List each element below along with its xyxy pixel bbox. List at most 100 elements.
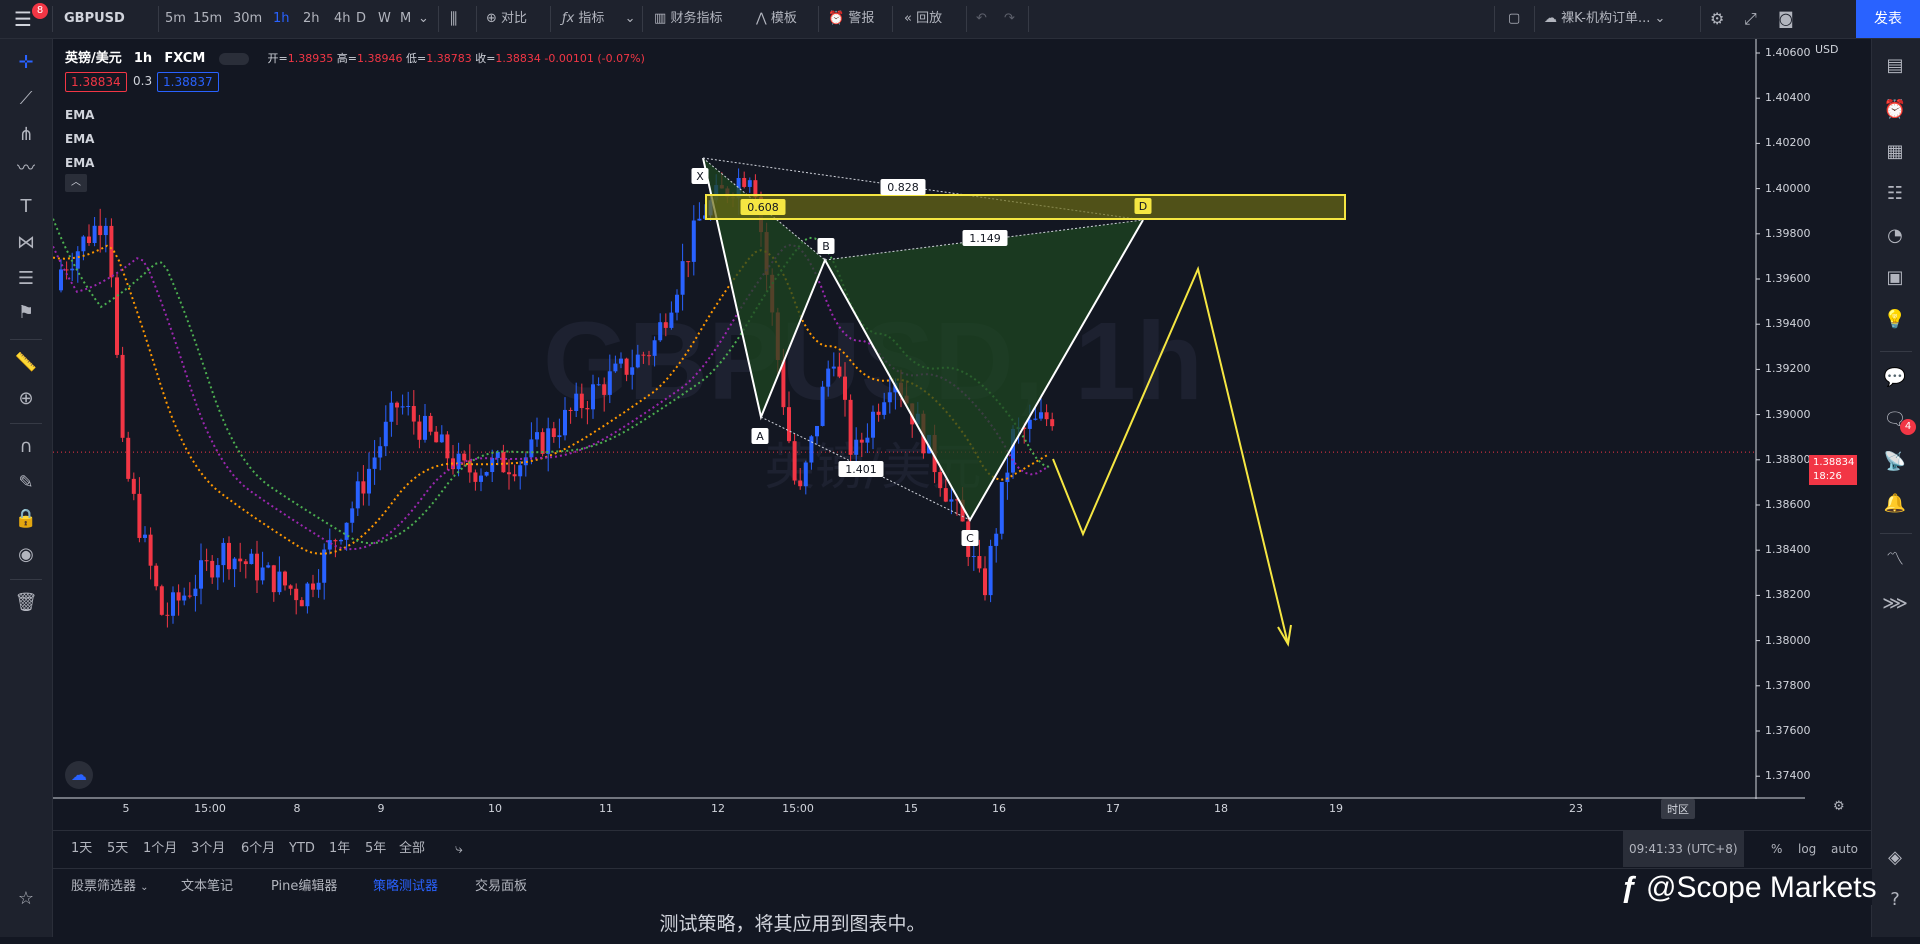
pencil-lock-icon[interactable]: ✎ <box>14 471 38 495</box>
trash-icon[interactable]: 🗑 <box>14 591 38 615</box>
calendar-icon[interactable]: ▣ <box>1882 265 1908 291</box>
candle-style-icon[interactable]: ⫼ <box>450 0 457 38</box>
pattern-point-x[interactable]: X <box>691 168 709 184</box>
expand-icon[interactable]: ⤢ <box>1744 0 1757 38</box>
layers-icon[interactable]: ◈ <box>1882 845 1908 871</box>
calendar-list-icon[interactable]: ☷ <box>1882 181 1908 207</box>
long-position-icon[interactable]: ☰ <box>14 267 38 291</box>
ema-indicator[interactable]: EMA <box>65 151 94 175</box>
alert-button[interactable]: ⏰ 警报 <box>828 0 874 38</box>
tab-trading-panel[interactable]: 交易面板 <box>475 869 527 905</box>
fullscreen-box-icon[interactable]: ▢ <box>1508 0 1520 38</box>
pair-name[interactable]: 英镑/美元 <box>65 51 122 66</box>
icons-flag-icon[interactable]: ⚑ <box>14 301 38 325</box>
interval-D[interactable]: D <box>356 0 366 38</box>
camera-icon[interactable]: ◙ <box>1778 0 1794 38</box>
indicators-button[interactable]: ƒx 指标 ⌄ <box>562 0 635 38</box>
interval-5m[interactable]: 5m <box>165 0 186 38</box>
undo-icon[interactable]: ↶ <box>976 0 987 38</box>
crosshair-icon[interactable]: ✛ <box>14 51 38 75</box>
collapse-legend-chevron-up-icon[interactable]: ︿ <box>65 174 87 192</box>
chart-area[interactable]: GBPUSD, 1h英镑/美元0.6080.8281.1491.401XABCD… <box>53 39 1857 829</box>
gear-icon[interactable]: ⚙ <box>1710 0 1724 38</box>
range-3[interactable]: 3个月 <box>191 831 225 867</box>
pattern-icon[interactable]: ⋈ <box>14 231 38 255</box>
zoom-in-icon[interactable]: ⊕ <box>14 387 38 411</box>
tab-text-notes[interactable]: 文本笔记 <box>181 869 233 905</box>
alarm-clock-icon[interactable]: ⏰ <box>1882 97 1908 123</box>
bell-icon[interactable]: 🔔 <box>1882 491 1908 517</box>
log-toggle[interactable]: log <box>1798 831 1816 867</box>
publish-button[interactable]: 发表 <box>1856 0 1920 38</box>
hotlist-icon[interactable]: ◔ <box>1882 223 1908 249</box>
replay-button[interactable]: « 回放 <box>904 0 942 38</box>
interval-1h[interactable]: 1h <box>273 0 290 38</box>
market-status-toggle[interactable] <box>219 52 250 65</box>
axis-settings-gear-icon[interactable]: ⚙ <box>1833 799 1845 814</box>
pattern-point-b[interactable]: B <box>817 238 835 254</box>
redo-icon[interactable]: ↷ <box>1004 0 1015 38</box>
financials-button[interactable]: ▥ 财务指标 <box>654 0 722 38</box>
templates-button[interactable]: ⋀ 模板 <box>756 0 797 38</box>
buy-price-box[interactable]: 1.38837 <box>157 72 219 92</box>
compare-button[interactable]: ⊕ 对比 <box>486 0 527 38</box>
chart-line-icon[interactable]: 〽 <box>1882 547 1908 573</box>
range-5[interactable]: YTD <box>289 831 315 867</box>
timezone-button[interactable]: 时区 <box>1661 799 1695 819</box>
news-icon[interactable]: ▦ <box>1882 139 1908 165</box>
pattern-scanner-icon[interactable]: ⋙ <box>1882 591 1908 617</box>
text-icon[interactable]: T <box>14 195 38 219</box>
ratio-label-ac[interactable]: 1.401 <box>838 461 884 477</box>
range-7[interactable]: 5年 <box>365 831 386 867</box>
candle-body <box>602 384 607 395</box>
ratio-label-xd[interactable]: 0.828 <box>880 179 926 195</box>
ema-indicator[interactable]: EMA <box>65 103 94 127</box>
clock-display[interactable]: 09:41:33 (UTC+8) <box>1623 831 1744 867</box>
eye-icon[interactable]: ◉ <box>14 543 38 567</box>
chat-icon[interactable]: 💬 <box>1882 365 1908 391</box>
interval-4h[interactable]: 4h <box>334 0 351 38</box>
ratio-label-xb[interactable]: 0.608 <box>740 199 786 215</box>
percent-toggle[interactable]: % <box>1771 831 1782 867</box>
interval-M[interactable]: M <box>400 0 411 38</box>
ruler-icon[interactable]: 📏 <box>14 351 38 375</box>
sell-price-box[interactable]: 1.38834 <box>65 72 127 92</box>
range-8[interactable]: 全部 <box>399 831 425 867</box>
pitchfork-icon[interactable]: ⋔ <box>14 123 38 147</box>
trend-line-icon[interactable]: ⟋ <box>14 87 38 111</box>
chart-canvas[interactable]: GBPUSD, 1h英镑/美元0.6080.8281.1491.401XABCD <box>53 39 1805 829</box>
goto-date-icon[interactable]: ⤷ <box>455 831 463 867</box>
watchlist-icon[interactable]: ▤ <box>1882 53 1908 79</box>
pattern-point-a[interactable]: A <box>751 428 769 444</box>
interval-15m[interactable]: 15m <box>193 0 222 38</box>
range-0[interactable]: 1天 <box>71 831 92 867</box>
range-1[interactable]: 5天 <box>107 831 128 867</box>
ratio-label-bd[interactable]: 1.149 <box>962 230 1008 246</box>
help-icon[interactable]: ? <box>1882 887 1908 913</box>
symbol-search[interactable]: GBPUSD <box>64 0 125 38</box>
tab-strategy-tester[interactable]: 策略测试器 <box>373 869 438 905</box>
ideas-icon[interactable]: 💡 <box>1882 307 1908 333</box>
brush-icon[interactable]: 〰 <box>14 157 38 181</box>
interval-2h[interactable]: 2h <box>303 0 320 38</box>
interval-W[interactable]: W <box>378 0 391 38</box>
tab-screener[interactable]: 股票筛选器 ⌄ <box>71 869 149 905</box>
layout-button[interactable]: ☁ 裸K-机构订单... ⌄ <box>1544 0 1665 38</box>
candle-body <box>311 583 315 590</box>
lock-icon[interactable]: 🔒 <box>14 507 38 531</box>
ema-indicator[interactable]: EMA <box>65 127 94 151</box>
range-2[interactable]: 1个月 <box>143 831 177 867</box>
range-4[interactable]: 6个月 <box>241 831 275 867</box>
interval-30m[interactable]: 30m <box>233 0 262 38</box>
current-price-label: 1.38834 18:26 <box>1809 455 1857 485</box>
star-icon[interactable]: ☆ <box>14 887 38 911</box>
cloud-logo-icon[interactable]: ☁ <box>65 761 93 789</box>
tab-pine-editor[interactable]: Pine编辑器 <box>271 869 337 905</box>
pattern-point-d[interactable]: D <box>1134 198 1152 214</box>
pattern-point-c[interactable]: C <box>961 530 979 546</box>
chevron-down-icon[interactable]: ⌄ <box>418 0 429 38</box>
range-6[interactable]: 1年 <box>329 831 350 867</box>
auto-toggle[interactable]: auto <box>1831 831 1858 867</box>
magnet-icon[interactable]: ∩ <box>14 435 38 459</box>
broadcast-icon[interactable]: 📡 <box>1882 449 1908 475</box>
